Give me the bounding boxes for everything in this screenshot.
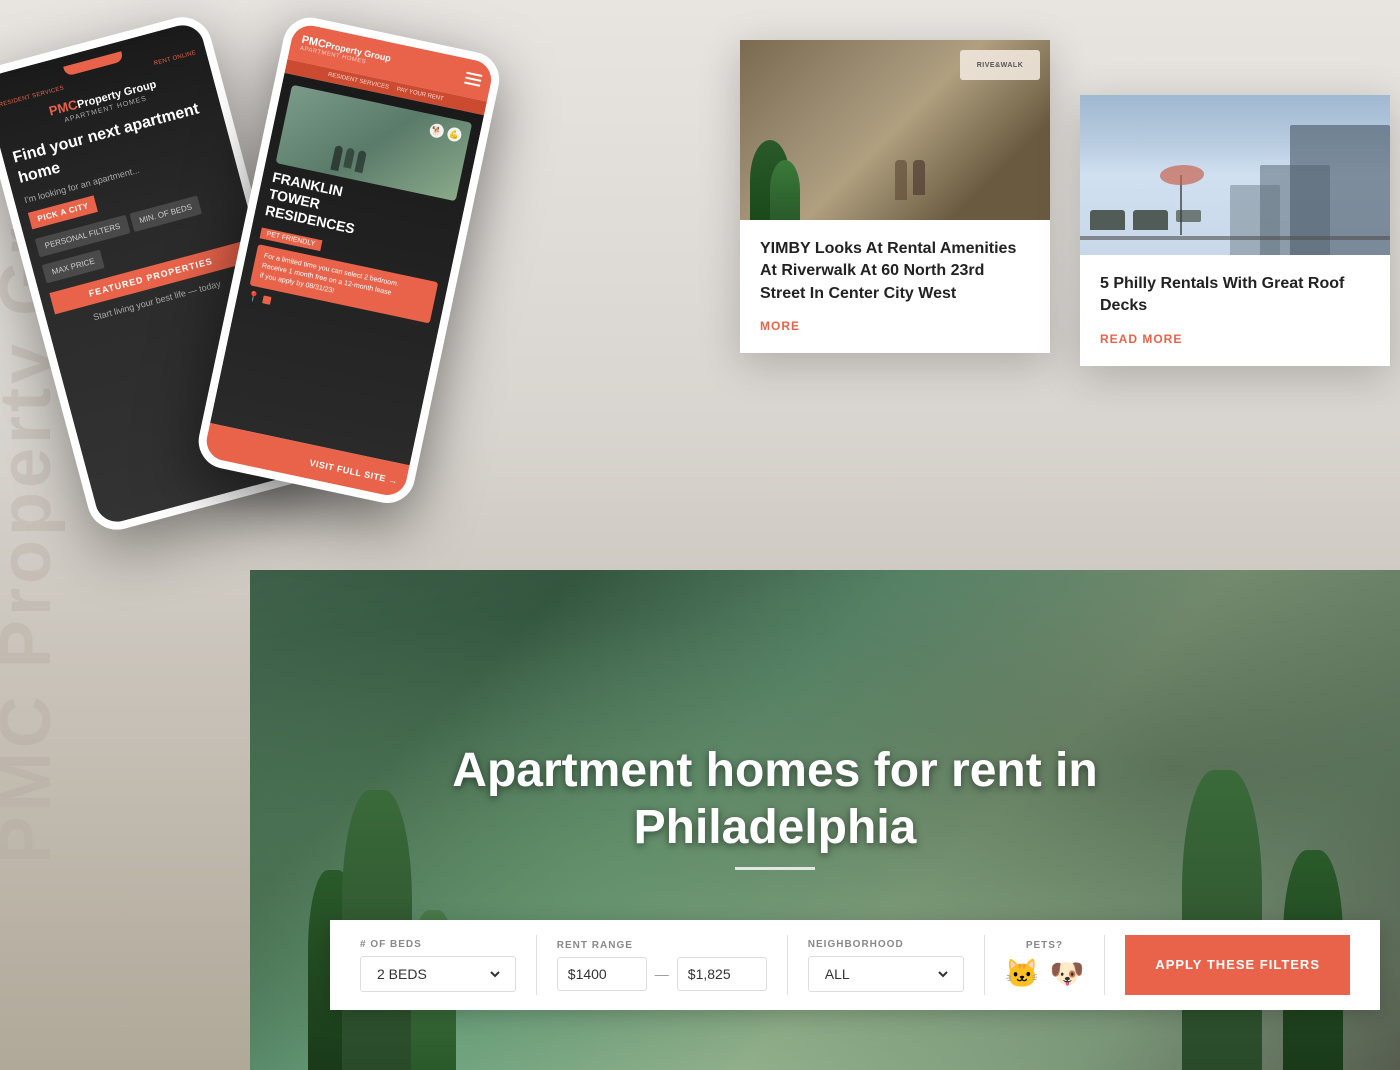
menu-line	[465, 77, 481, 82]
dog-icon[interactable]: 🐶	[1049, 957, 1084, 990]
field-price: MAX PRICE	[42, 249, 105, 283]
cat-icon[interactable]: 🐱	[1005, 957, 1040, 990]
person	[913, 160, 925, 195]
beds-filter-group: # OF BEDS 2 BEDS 1 BED 3 BEDS STUDIO	[360, 939, 516, 992]
beds-label: # OF BEDS	[360, 939, 516, 950]
venue-logo: RIVE&WALK	[960, 50, 1040, 80]
menu-line	[466, 72, 482, 77]
blog-image-2	[1080, 95, 1390, 255]
filter-divider	[1104, 935, 1105, 995]
apply-filters-button[interactable]: APPLY THESE FILTERS	[1125, 935, 1350, 995]
person	[343, 148, 355, 169]
map-thumb	[262, 296, 271, 305]
map-pin-icon: 📍	[246, 291, 260, 304]
hero-title: Apartment homes for rent in Philadelphia	[350, 742, 1200, 857]
hamburger-menu[interactable]	[464, 72, 482, 87]
beds-select-wrapper[interactable]: 2 BEDS 1 BED 3 BEDS STUDIO	[360, 956, 516, 992]
blog-card-philly: 5 Philly Rentals With Great Roof Decks R…	[1080, 95, 1390, 366]
nav-item: RENT ONLINE	[153, 50, 197, 67]
pets-filter-group: PETS? 🐱 🐶	[1005, 940, 1085, 990]
railing	[1080, 236, 1390, 240]
rent-label: RENT RANGE	[557, 940, 767, 951]
filter-divider	[536, 935, 537, 995]
lobby-people	[895, 160, 925, 200]
blog-title-2: 5 Philly Rentals With Great Roof Decks	[1100, 273, 1370, 318]
blog-content-1: YIMBY Looks At Rental Amenities At River…	[740, 220, 1050, 353]
blog-content-2: 5 Philly Rentals With Great Roof Decks R…	[1080, 255, 1390, 366]
rent-min-input[interactable]	[557, 957, 647, 991]
icon-gym: 💪	[446, 126, 463, 143]
rooftop-furniture	[1090, 210, 1201, 230]
beds-select[interactable]: 2 BEDS 1 BED 3 BEDS STUDIO	[373, 965, 503, 983]
title-underline	[735, 867, 815, 870]
neighborhood-label: NEIGHBORHOOD	[808, 939, 964, 950]
neighborhood-filter-group: NEIGHBORHOOD ALL CENTER CITY FISHTOWN FA…	[808, 939, 964, 992]
pets-icons-row: 🐱 🐶	[1005, 957, 1085, 990]
rent-range-inputs: —	[557, 957, 767, 991]
rent-filter-group: RENT RANGE —	[557, 940, 767, 991]
neighborhood-select-wrapper[interactable]: ALL CENTER CITY FISHTOWN FAIRMOUNT	[808, 956, 964, 992]
rent-dash: —	[655, 966, 669, 982]
chair-2	[1133, 210, 1168, 230]
pets-label: PETS?	[1026, 940, 1063, 951]
field-beds: MIN. OF BEDS	[129, 195, 202, 232]
person	[895, 160, 907, 200]
neighborhood-select[interactable]: ALL CENTER CITY FISHTOWN FAIRMOUNT	[821, 965, 951, 983]
plant	[770, 160, 800, 220]
chair-1	[1090, 210, 1125, 230]
visit-site-link[interactable]: VISIT FULL SITE →	[309, 458, 399, 487]
blog-card-yimby: RIVE&WALK YIMBY Looks At Rental Amenitie…	[740, 40, 1050, 353]
icon-dog: 🐕	[428, 122, 445, 139]
read-more-link-1[interactable]: MORE	[760, 319, 800, 333]
building-small	[1230, 185, 1280, 255]
hero-text-block: Apartment homes for rent in Philadelphia	[350, 742, 1200, 870]
filter-bar: # OF BEDS 2 BEDS 1 BED 3 BEDS STUDIO REN…	[330, 920, 1380, 1010]
menu-line	[464, 81, 480, 86]
read-more-link-2[interactable]: READ MORE	[1100, 332, 1182, 346]
filter-divider	[787, 935, 788, 995]
filter-divider	[984, 935, 985, 995]
rent-max-input[interactable]	[677, 957, 767, 991]
blog-title-1: YIMBY Looks At Rental Amenities At River…	[760, 238, 1030, 305]
blog-image-1: RIVE&WALK	[740, 40, 1050, 220]
